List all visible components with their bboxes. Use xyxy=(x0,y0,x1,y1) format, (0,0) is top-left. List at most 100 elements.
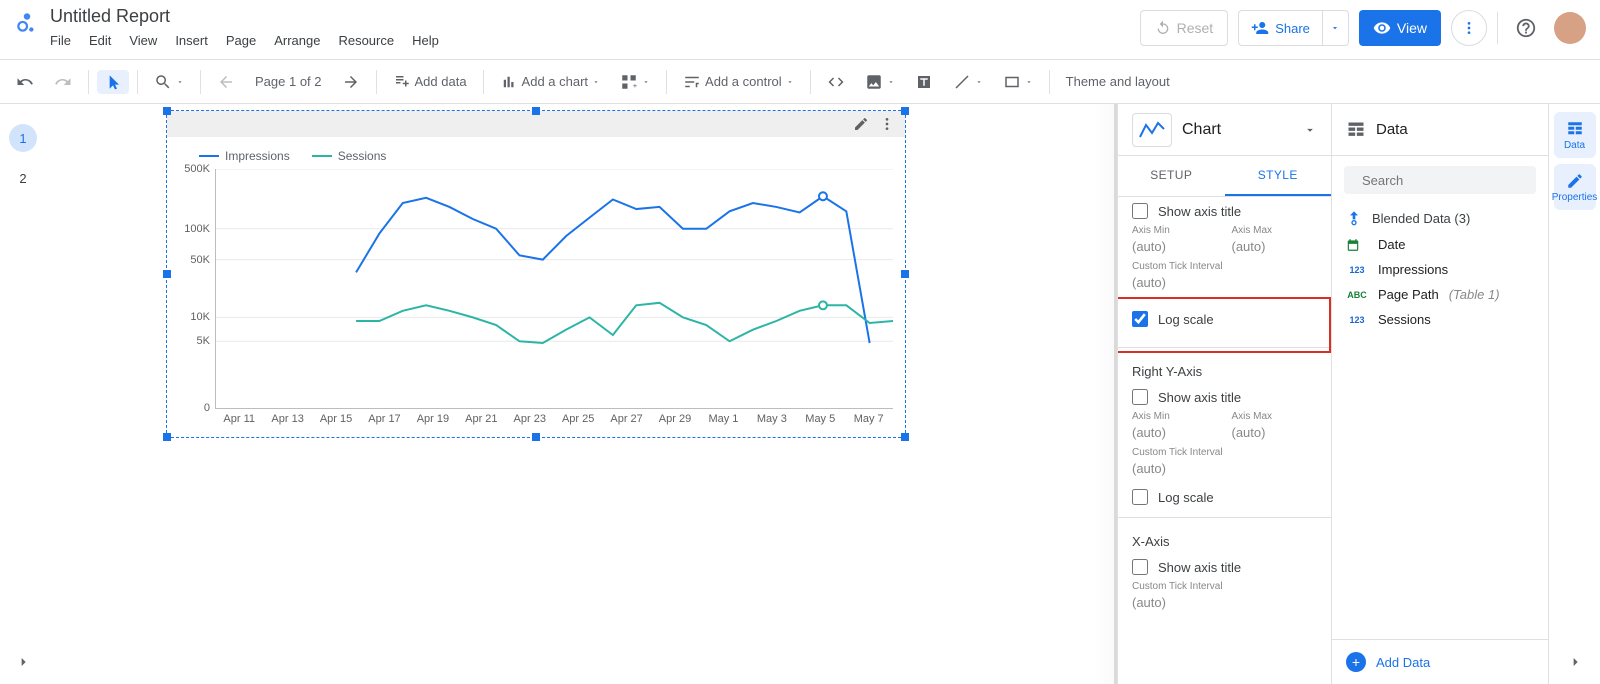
menu-bar: File Edit View Insert Page Arrange Resou… xyxy=(50,33,439,48)
expand-pages-button[interactable] xyxy=(15,654,31,670)
x-axis-labels: Apr 11Apr 13Apr 15Apr 17Apr 19Apr 21Apr … xyxy=(215,413,893,425)
right-custom-tick-field[interactable]: Custom Tick Interval(auto) xyxy=(1132,447,1317,479)
style-scroll[interactable]: Show axis title Axis Min(auto) Axis Max(… xyxy=(1118,197,1331,684)
data-search[interactable] xyxy=(1344,166,1536,194)
log-scale-checkbox[interactable]: Log scale xyxy=(1118,297,1331,341)
tab-style[interactable]: STYLE xyxy=(1225,156,1332,196)
chart-icon xyxy=(500,73,518,91)
menu-resource[interactable]: Resource xyxy=(338,33,394,48)
undo-button[interactable] xyxy=(8,69,42,95)
more-options-button[interactable] xyxy=(1451,10,1487,46)
image-button[interactable] xyxy=(857,69,903,95)
x-tick: Apr 27 xyxy=(602,413,650,425)
x-show-axis-title-checkbox[interactable]: Show axis title xyxy=(1118,553,1331,581)
x-tick: Apr 17 xyxy=(360,413,408,425)
help-icon xyxy=(1515,17,1537,39)
reset-button[interactable]: Reset xyxy=(1140,10,1229,46)
resize-handle[interactable] xyxy=(532,433,540,441)
data-source-row[interactable]: Blended Data (3) xyxy=(1332,204,1548,232)
view-button[interactable]: View xyxy=(1359,10,1441,46)
right-log-scale-checkbox[interactable]: Log scale xyxy=(1118,483,1331,511)
rail-data-button[interactable]: Data xyxy=(1554,112,1596,158)
modules-icon: + xyxy=(620,73,638,91)
share-label: Share xyxy=(1275,21,1310,36)
legend-impressions[interactable]: Impressions xyxy=(199,149,290,163)
field-row[interactable]: Date xyxy=(1332,232,1548,257)
menu-arrange[interactable]: Arrange xyxy=(274,33,320,48)
cursor-icon xyxy=(105,74,121,90)
menu-file[interactable]: File xyxy=(50,33,71,48)
resize-handle[interactable] xyxy=(163,107,171,115)
add-data-button[interactable]: Add data xyxy=(385,69,475,95)
custom-tick-interval-field[interactable]: Custom Tick Interval(auto) xyxy=(1132,261,1317,293)
show-axis-title-checkbox[interactable]: Show axis title xyxy=(1118,197,1331,225)
tab-setup[interactable]: SETUP xyxy=(1118,156,1225,196)
resize-handle[interactable] xyxy=(901,270,909,278)
x-tick: Apr 21 xyxy=(457,413,505,425)
menu-view[interactable]: View xyxy=(129,33,157,48)
resize-handle[interactable] xyxy=(901,433,909,441)
resize-handle[interactable] xyxy=(901,107,909,115)
share-button[interactable]: Share xyxy=(1238,10,1349,46)
pencil-icon xyxy=(1566,172,1584,190)
axis-min-field[interactable]: Axis Min(auto) xyxy=(1132,225,1218,257)
legend-sessions[interactable]: Sessions xyxy=(312,149,387,163)
undo-icon xyxy=(16,73,34,91)
menu-edit[interactable]: Edit xyxy=(89,33,111,48)
resize-handle[interactable] xyxy=(163,270,171,278)
select-tool[interactable] xyxy=(97,70,129,94)
chart-type-selector[interactable]: Chart xyxy=(1118,104,1331,156)
table-icon xyxy=(1566,120,1584,138)
help-button[interactable] xyxy=(1508,10,1544,46)
field-row[interactable]: ABCPage Path (Table 1) xyxy=(1332,282,1548,307)
search-input[interactable] xyxy=(1362,173,1538,188)
table-icon xyxy=(1346,120,1366,140)
document-title[interactable]: Untitled Report xyxy=(50,6,439,27)
y-tick: 100K xyxy=(176,223,210,235)
right-show-axis-title-checkbox[interactable]: Show axis title xyxy=(1118,383,1331,411)
add-data-button[interactable]: + Add Data xyxy=(1332,639,1548,684)
selected-chart[interactable]: Impressions Sessions 500K 100K 50K 10K 5… xyxy=(166,110,906,438)
page-thumb-2[interactable]: 2 xyxy=(9,164,37,192)
blend-icon xyxy=(1346,210,1362,226)
chevron-down-icon xyxy=(176,78,184,86)
menu-insert[interactable]: Insert xyxy=(175,33,208,48)
axis-max-field[interactable]: Axis Max(auto) xyxy=(1232,225,1318,257)
chart-legend: Impressions Sessions xyxy=(199,149,893,163)
field-row[interactable]: 123Impressions xyxy=(1332,257,1548,282)
line-button[interactable] xyxy=(945,69,991,95)
page-thumb-1[interactable]: 1 xyxy=(9,124,37,152)
add-chart-button[interactable]: Add a chart xyxy=(492,69,609,95)
right-axis-max-field[interactable]: Axis Max(auto) xyxy=(1232,411,1318,443)
field-row[interactable]: 123Sessions xyxy=(1332,307,1548,332)
report-canvas[interactable]: Impressions Sessions 500K 100K 50K 10K 5… xyxy=(46,104,1117,684)
menu-help[interactable]: Help xyxy=(412,33,439,48)
rectangle-icon xyxy=(1003,73,1021,91)
chevron-down-icon xyxy=(1330,23,1340,33)
menu-page[interactable]: Page xyxy=(226,33,256,48)
rail-properties-button[interactable]: Properties xyxy=(1554,164,1596,210)
zoom-tool[interactable] xyxy=(146,69,192,95)
collapse-rail-button[interactable] xyxy=(1567,654,1583,670)
add-control-button[interactable]: Add a control xyxy=(675,69,802,95)
more-vert-icon[interactable] xyxy=(879,116,895,132)
redo-button[interactable] xyxy=(46,69,80,95)
user-avatar[interactable] xyxy=(1554,12,1586,44)
page-indicator[interactable]: Page 1 of 2 xyxy=(247,70,330,93)
resize-handle[interactable] xyxy=(163,433,171,441)
community-viz-button[interactable]: + xyxy=(612,69,658,95)
divider xyxy=(1118,347,1331,348)
resize-handle[interactable] xyxy=(532,107,540,115)
shape-button[interactable] xyxy=(995,69,1041,95)
pencil-icon[interactable] xyxy=(853,116,869,132)
right-axis-min-field[interactable]: Axis Min(auto) xyxy=(1132,411,1218,443)
share-dropdown[interactable] xyxy=(1322,11,1348,45)
theme-layout-button[interactable]: Theme and layout xyxy=(1058,70,1178,93)
prev-page-button[interactable] xyxy=(209,69,243,95)
x-tick: Apr 13 xyxy=(263,413,311,425)
embed-button[interactable] xyxy=(819,69,853,95)
x-custom-tick-field[interactable]: Custom Tick Interval(auto) xyxy=(1132,581,1317,613)
text-button[interactable] xyxy=(907,69,941,95)
next-page-button[interactable] xyxy=(334,69,368,95)
chart-plot-area: 500K 100K 50K 10K 5K 0 xyxy=(215,169,893,409)
